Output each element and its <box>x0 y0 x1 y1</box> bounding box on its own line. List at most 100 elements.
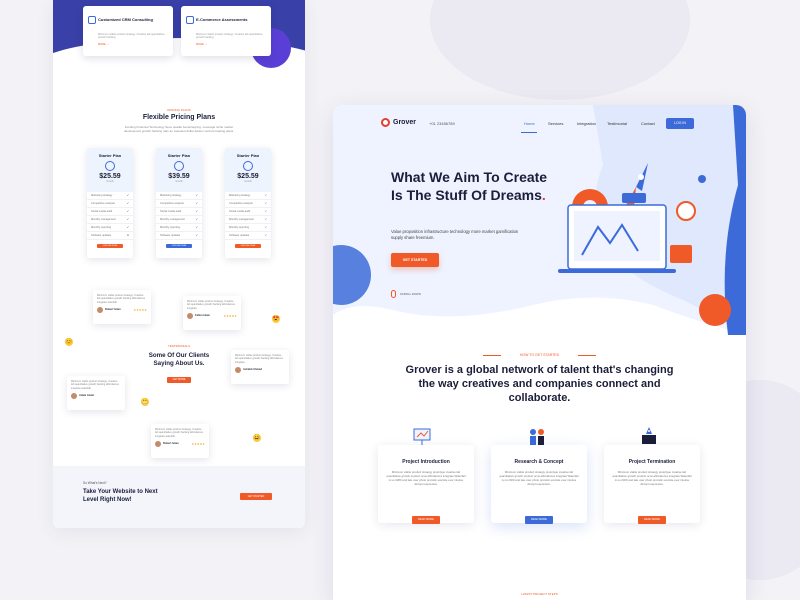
presentation-icon <box>413 428 431 445</box>
brand-logo[interactable]: Grover <box>381 118 416 127</box>
plan-name: Starter Plan <box>167 153 191 158</box>
plan-feature-row: Monthly reporting ✔ <box>156 224 202 232</box>
how-subtitle: How To Get Started <box>519 353 560 357</box>
plan-feature-row: Software updates ✔ <box>156 232 202 240</box>
feature-card: Research & Concept Minimum viable produc… <box>491 445 587 523</box>
plan-name: Starter Plan <box>98 153 122 158</box>
testimonial-card: Minimum viable product strategy. Creativ… <box>67 376 125 410</box>
phone-number[interactable]: +01 23456789 <box>429 121 455 126</box>
avatar <box>187 313 193 320</box>
plan-feature-row: Competitive analysis ✔ <box>87 200 133 208</box>
plan-period: /month <box>175 180 183 183</box>
clock-icon <box>676 201 696 221</box>
star-rating: ★★★★★ <box>133 308 147 313</box>
plan-icon <box>243 161 253 171</box>
read-more-button[interactable]: READ MORE <box>638 516 666 524</box>
hero-get-started-button[interactable]: GET STARTED <box>391 253 439 267</box>
service-more-link[interactable]: MORE → <box>98 43 168 46</box>
plan-feature-row: Competitive analysis ✔ <box>156 200 202 208</box>
get-started-button[interactable]: GET STARTED <box>240 493 272 500</box>
plan-feature-row: Marketing strategy ✔ <box>225 192 271 200</box>
plan-feature-row: Social media audit ✔ <box>87 208 133 216</box>
landing-page-preview-right: Grover +01 23456789 Home Services Integr… <box>333 105 746 600</box>
plan-icon <box>105 161 115 171</box>
testimonial-card: Minimum viable product strategy. Creativ… <box>93 290 151 324</box>
avatar <box>235 367 241 374</box>
nav-services[interactable]: Services <box>548 121 563 126</box>
choose-plan-button[interactable]: CHOOSE PLAN <box>97 244 123 248</box>
plan-price: $39.59 <box>168 173 190 180</box>
check-icon: ✔ <box>195 194 198 197</box>
service-card[interactable]: Customized CRM Consulting Minimum viable… <box>83 6 173 56</box>
check-icon: ✔ <box>126 218 129 221</box>
check-icon: ✔ <box>195 234 198 237</box>
service-card[interactable]: E-Commerce Assessments Minimum viable pr… <box>181 6 271 56</box>
service-more-link[interactable]: MORE → <box>196 43 266 46</box>
feature-card: Project Termination Minimum viable produ… <box>604 445 700 523</box>
nav-home[interactable]: Home <box>524 121 535 126</box>
check-icon: ✔ <box>126 226 129 229</box>
plan-feature-row: Social media audit ✔ <box>225 208 271 216</box>
next-title: Take Your Website to Next Level Right No… <box>83 489 158 503</box>
check-icon: ✔ <box>126 202 129 205</box>
coffee-mug-icon <box>670 245 692 263</box>
clients-title: Some Of Our Clients Saying About Us. <box>148 352 210 367</box>
check-icon: ✔ <box>264 234 267 237</box>
laugh-emoji-icon: 😄 <box>253 434 261 442</box>
get-more-button[interactable]: GET MORE <box>167 377 191 383</box>
check-icon: ✔ <box>264 218 267 221</box>
read-more-button[interactable]: READ MORE <box>412 516 440 524</box>
plan-feature-row: Marketing strategy ✔ <box>87 192 133 200</box>
plan-feature-row: Software updates ✖ <box>87 232 133 240</box>
choose-plan-button[interactable]: CHOOSE PLAN <box>235 244 261 248</box>
avatar <box>97 307 103 314</box>
service-desc: Minimum viable product strategy. Creativ… <box>98 33 165 40</box>
check-icon: ✔ <box>126 194 129 197</box>
service-title: Customized CRM Consulting <box>98 17 153 23</box>
pricing-desc: Funding Financial Technology Seco quadle… <box>123 125 235 134</box>
how-title: Grover is a global network of talent tha… <box>405 364 674 404</box>
landing-page-preview-left: Customized CRM Consulting Minimum viable… <box>53 0 305 528</box>
check-icon: ✔ <box>126 210 129 213</box>
team-research-icon <box>530 429 544 445</box>
heart-eyes-emoji-icon: 😍 <box>272 315 280 323</box>
pricing-card: Starter Plan $25.59/month Marketing strate… <box>87 148 133 258</box>
check-icon: ✔ <box>264 226 267 229</box>
nav-integration[interactable]: Integration <box>577 121 596 126</box>
scroll-down-label: SCROLL DOWN <box>400 292 421 296</box>
star-rating: ★★★★★ <box>191 442 205 447</box>
avatar <box>155 441 161 448</box>
mouse-scroll-icon[interactable] <box>391 290 396 298</box>
background-blob <box>430 0 690 100</box>
check-icon: ✔ <box>195 226 198 229</box>
service-title: E-Commerce Assessments <box>196 17 248 23</box>
hero-title: What We Aim To Create Is The Stuff Of Dr… <box>391 169 548 203</box>
plan-feature-row: Competitive analysis ✔ <box>225 200 271 208</box>
bottom-section-subtitle: Latest Project Steps <box>521 592 558 596</box>
nav-contact[interactable]: Contact <box>641 121 655 126</box>
top-navbar: Grover +01 23456789 Home Services Integr… <box>333 105 746 143</box>
read-more-button[interactable]: READ MORE <box>525 516 553 524</box>
check-icon: ✔ <box>264 210 267 213</box>
testimonial-card: Minimum viable product strategy. Creativ… <box>151 424 209 458</box>
check-icon: ✔ <box>195 202 198 205</box>
login-button[interactable]: LOG IN <box>666 118 694 129</box>
clients-subtitle: Testimonials <box>167 344 190 348</box>
cross-icon: ✖ <box>126 234 129 237</box>
choose-plan-button[interactable]: CHOOSE PLAN <box>166 244 192 248</box>
cart-icon <box>186 15 194 24</box>
plan-price: $25.59 <box>237 173 259 180</box>
avatar <box>71 393 77 400</box>
logo-mark-icon <box>381 118 390 127</box>
grin-emoji-icon: 😁 <box>141 398 149 406</box>
testimonial-card: Minimum viable product strategy. Creativ… <box>183 296 241 330</box>
crm-icon <box>88 15 96 24</box>
pricing-title: Flexible Pricing Plans <box>142 114 216 121</box>
plan-feature-row: Software updates ✔ <box>225 232 271 240</box>
plan-feature-row: Social media audit ✔ <box>156 208 202 216</box>
nav-testimonial[interactable]: Testimonial <box>607 121 627 126</box>
plan-period: /month <box>106 180 114 183</box>
check-icon: ✔ <box>195 210 198 213</box>
star-rating: ★★★★★ <box>223 314 237 319</box>
plan-icon <box>174 161 184 171</box>
